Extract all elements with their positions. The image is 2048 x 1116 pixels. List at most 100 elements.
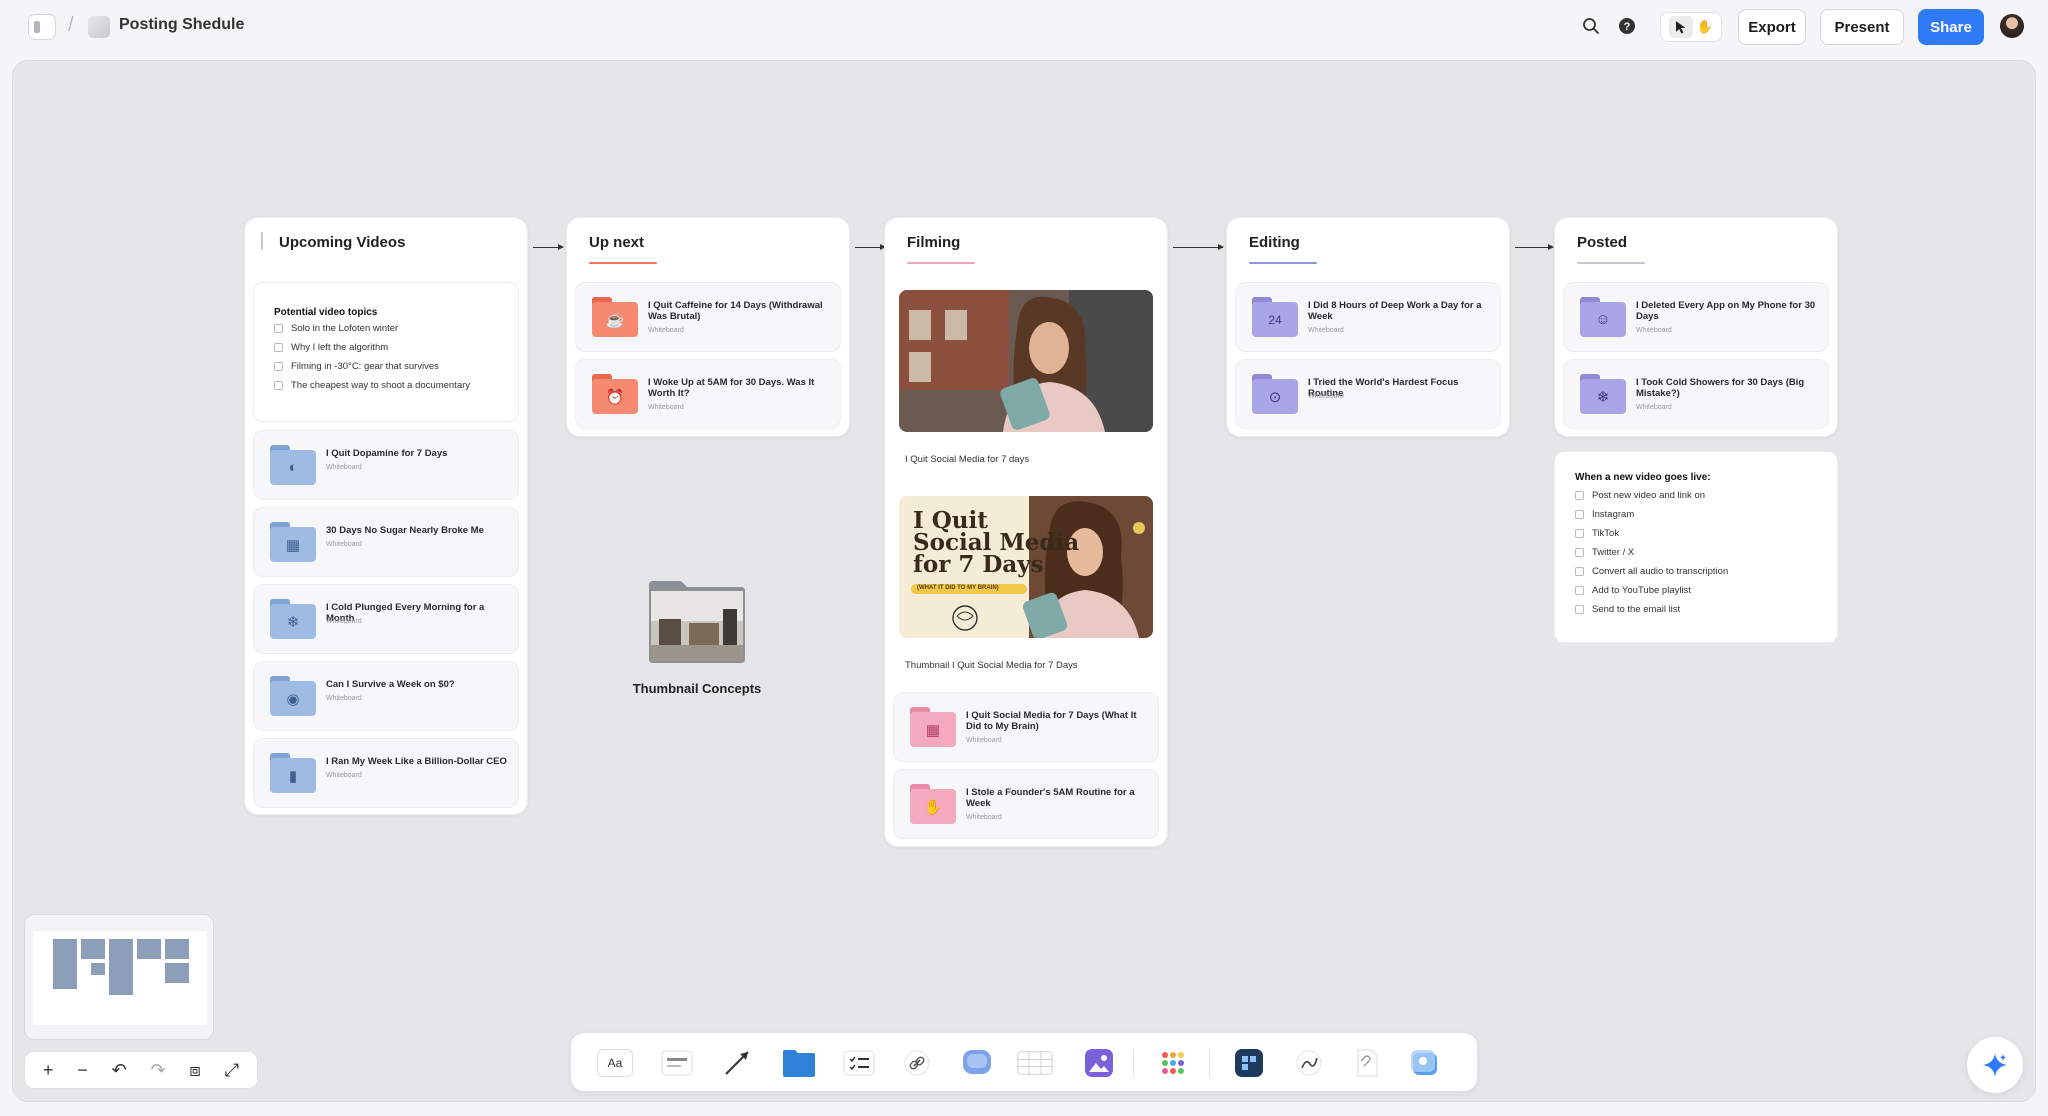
calendar-icon: ▦ bbox=[270, 522, 316, 562]
board-card[interactable]: ✋ I Stole a Founder's 5AM Routine for a … bbox=[893, 769, 1159, 839]
checkbox[interactable] bbox=[1575, 529, 1584, 538]
apps-grid-icon[interactable] bbox=[1155, 1047, 1191, 1079]
board-card[interactable]: ▦ I Quit Social Media for 7 Days (What I… bbox=[893, 692, 1159, 762]
checkbox[interactable] bbox=[1575, 510, 1584, 519]
board-card[interactable]: ☕ I Quit Caffeine for 14 Days (Withdrawa… bbox=[575, 282, 841, 352]
checklist-item[interactable]: Add to YouTube playlist bbox=[1575, 585, 1691, 596]
comment-tool-icon[interactable] bbox=[959, 1047, 995, 1079]
toolbar-separator bbox=[1209, 1049, 1210, 1077]
card-subtitle: Whiteboard bbox=[648, 327, 684, 334]
minimap-block bbox=[165, 939, 189, 959]
checklist-item[interactable]: Filming in -30°C: gear that survives bbox=[274, 361, 439, 372]
board-card[interactable]: ◐ I Quit Dopamine for 7 Days Whiteboard bbox=[253, 430, 519, 500]
avatar[interactable] bbox=[2000, 14, 2024, 38]
checkbox[interactable] bbox=[1575, 605, 1584, 614]
board-card[interactable]: 24 I Did 8 Hours of Deep Work a Day for … bbox=[1235, 282, 1501, 352]
export-button[interactable]: Export bbox=[1738, 9, 1806, 45]
board-title[interactable]: Posting Shedule bbox=[119, 16, 244, 34]
present-button[interactable]: Present bbox=[1820, 9, 1904, 45]
note-tool-icon[interactable] bbox=[659, 1047, 695, 1079]
checkbox[interactable] bbox=[1575, 586, 1584, 595]
checklist-tool-icon[interactable] bbox=[841, 1047, 877, 1079]
table-tool-icon[interactable] bbox=[1017, 1047, 1053, 1079]
undo-icon[interactable]: ↶ bbox=[112, 1060, 127, 1081]
board-card[interactable]: ❄ I Took Cold Showers for 30 Days (Big M… bbox=[1563, 359, 1829, 429]
photos-tool-icon[interactable] bbox=[1407, 1047, 1443, 1079]
checkbox[interactable] bbox=[1575, 548, 1584, 557]
checklist-item[interactable]: Solo in the Lofoten winter bbox=[274, 323, 398, 334]
sketch-tool-icon[interactable] bbox=[1291, 1047, 1327, 1079]
coffee-icon: ☕ bbox=[592, 297, 638, 337]
checkbox[interactable] bbox=[274, 381, 283, 390]
pointer-icon[interactable] bbox=[1668, 16, 1693, 38]
connector-arrow[interactable] bbox=[1173, 244, 1224, 250]
zoom-out-icon[interactable]: − bbox=[77, 1060, 88, 1081]
thermometer-icon: ❄ bbox=[270, 599, 316, 639]
checklist-item[interactable]: Twitter / X bbox=[1575, 547, 1634, 558]
checklist-item[interactable]: TikTok bbox=[1575, 528, 1619, 539]
board-card[interactable]: ▮ I Ran My Week Like a Billion-Dollar CE… bbox=[253, 738, 519, 808]
calendar-icon: ▦ bbox=[910, 707, 956, 747]
card-title: I Quit Social Media for 7 Days (What It … bbox=[966, 710, 1137, 732]
checklist-item[interactable]: Why I left the algorithm bbox=[274, 342, 388, 353]
checkbox[interactable] bbox=[1575, 567, 1584, 576]
minimap-block bbox=[165, 963, 189, 983]
column-drag-handle[interactable] bbox=[261, 232, 263, 250]
folder-tool-icon[interactable] bbox=[781, 1047, 817, 1079]
sidebar-toggle-icon[interactable] bbox=[28, 14, 56, 40]
board-card[interactable]: ❄ I Cold Plunged Every Morning for a Mon… bbox=[253, 584, 519, 654]
column-posted[interactable]: Posted ☺ I Deleted Every App on My Phone… bbox=[1554, 217, 1838, 437]
arrow-tool-icon[interactable] bbox=[719, 1047, 755, 1079]
minimap-block bbox=[137, 939, 161, 959]
video-photo[interactable] bbox=[899, 290, 1153, 432]
checklist-item[interactable]: Send to the email list bbox=[1575, 604, 1680, 615]
checkbox[interactable] bbox=[274, 343, 283, 352]
top-bar: / Posting Shedule ? ✋ Export Present Sha… bbox=[0, 0, 2048, 54]
board-thumbnail bbox=[88, 16, 110, 38]
help-icon[interactable]: ? bbox=[1616, 15, 1638, 37]
briefcase-icon: ✋ bbox=[910, 784, 956, 824]
ai-assistant-button[interactable] bbox=[1967, 1037, 2023, 1093]
column-filming[interactable]: Filming I Quit Social Media for 7 days I… bbox=[884, 217, 1168, 847]
checklist-video-live[interactable]: When a new video goes live: Post new vid… bbox=[1554, 451, 1838, 643]
checklist-item[interactable]: Post new video and link on bbox=[1575, 490, 1705, 501]
connector-arrow[interactable] bbox=[1515, 244, 1554, 250]
app-integration-icon[interactable] bbox=[1231, 1047, 1267, 1079]
checkbox[interactable] bbox=[274, 362, 283, 371]
connector-arrow[interactable] bbox=[533, 244, 564, 250]
column-editing[interactable]: Editing 24 I Did 8 Hours of Deep Work a … bbox=[1226, 217, 1510, 437]
checklist-item[interactable]: Convert all audio to transcription bbox=[1575, 566, 1728, 577]
minimap[interactable] bbox=[24, 914, 214, 1040]
column-up-next[interactable]: Up next ☕ I Quit Caffeine for 14 Days (W… bbox=[566, 217, 850, 437]
board-card[interactable]: ⊙ I Tried the World's Hardest Focus Rout… bbox=[1235, 359, 1501, 429]
redo-icon[interactable]: ↷ bbox=[150, 1060, 165, 1081]
search-icon[interactable] bbox=[1580, 15, 1602, 37]
link-tool-icon[interactable] bbox=[899, 1047, 935, 1079]
fit-frame-icon[interactable]: ⧈ bbox=[189, 1060, 200, 1081]
pointer-hand-toggle: ✋ bbox=[1660, 12, 1722, 42]
card-subtitle: Whiteboard bbox=[1308, 393, 1344, 400]
attachment-tool-icon[interactable] bbox=[1349, 1047, 1385, 1079]
column-upcoming-videos[interactable]: Upcoming Videos Potential video topics S… bbox=[244, 217, 528, 815]
board-card[interactable]: ▦ 30 Days No Sugar Nearly Broke Me White… bbox=[253, 507, 519, 577]
board-card[interactable]: ☺ I Deleted Every App on My Phone for 30… bbox=[1563, 282, 1829, 352]
minimap-viewport[interactable] bbox=[33, 931, 207, 1025]
thumbnail-concepts-folder[interactable] bbox=[645, 579, 749, 665]
fullscreen-icon[interactable]: ⤢ bbox=[225, 1060, 239, 1081]
hand-icon[interactable]: ✋ bbox=[1697, 19, 1713, 35]
card-title: I Woke Up at 5AM for 30 Days. Was It Wor… bbox=[648, 377, 815, 399]
board-card[interactable]: ⏰ I Woke Up at 5AM for 30 Days. Was It W… bbox=[575, 359, 841, 429]
connector-arrow[interactable] bbox=[855, 244, 886, 250]
board-card[interactable]: ◉ Can I Survive a Week on $0? Whiteboard bbox=[253, 661, 519, 731]
share-button[interactable]: Share bbox=[1918, 9, 1984, 45]
text-tool-icon[interactable]: Aa bbox=[597, 1047, 633, 1079]
whiteboard-canvas[interactable]: Upcoming Videos Potential video topics S… bbox=[12, 60, 2036, 1102]
checkbox[interactable] bbox=[274, 324, 283, 333]
checkbox[interactable] bbox=[1575, 491, 1584, 500]
image-tool-icon[interactable] bbox=[1081, 1047, 1117, 1079]
checklist-item[interactable]: The cheapest way to shoot a documentary bbox=[274, 380, 470, 391]
checklist-potential-topics[interactable]: Potential video topics Solo in the Lofot… bbox=[253, 282, 519, 422]
zoom-in-icon[interactable]: + bbox=[43, 1060, 54, 1081]
thumbnail-image[interactable]: I Quit Social Media for 7 Days (WHAT IT … bbox=[899, 496, 1153, 638]
checklist-item[interactable]: Instagram bbox=[1575, 509, 1634, 520]
